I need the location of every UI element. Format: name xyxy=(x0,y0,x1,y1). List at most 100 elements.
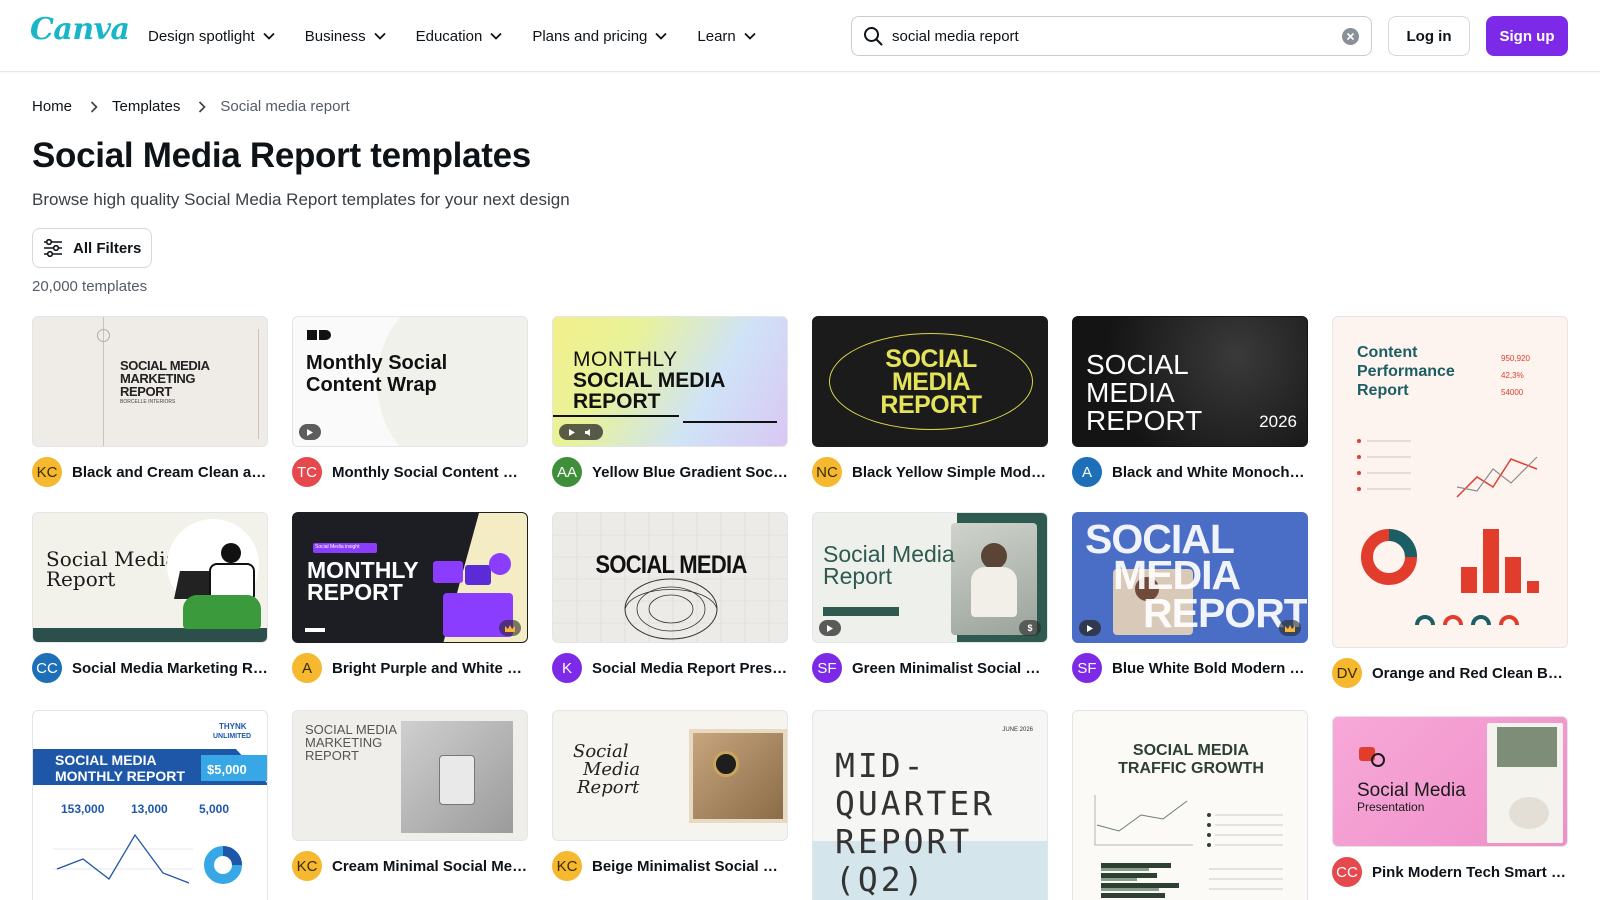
nav-design-spotlight[interactable]: Design spotlight xyxy=(148,28,275,45)
template-count: 20,000 templates xyxy=(32,278,148,295)
template-thumbnail[interactable]: Social Media Report $ xyxy=(812,512,1048,643)
nav-business[interactable]: Business xyxy=(305,28,386,45)
template-thumbnail[interactable]: SOCIAL MEDIA MONTHLY REPORT THYNK UNLIMI… xyxy=(32,710,268,900)
avatar[interactable]: A xyxy=(292,653,322,683)
template-title[interactable]: Black and White Monochrome Social Media … xyxy=(1112,464,1308,481)
template-title[interactable]: Beige Minimalist Social Media Report xyxy=(592,858,788,875)
breadcrumb-home[interactable]: Home xyxy=(32,98,72,115)
avatar[interactable]: AA xyxy=(552,457,582,487)
avatar[interactable]: CC xyxy=(1332,857,1362,887)
avatar[interactable]: KC xyxy=(292,851,322,881)
template-thumbnail[interactable]: SOCIAL MEDIA MARKETING REPORT xyxy=(292,710,528,841)
avatar[interactable]: NC xyxy=(812,457,842,487)
thumb-text: 13,000 xyxy=(131,802,168,816)
template-title[interactable]: Social Media Marketing Report xyxy=(72,660,268,677)
template-meta: SF Green Minimalist Social Media Report xyxy=(812,653,1048,683)
video-badge xyxy=(299,424,321,440)
template-thumbnail[interactable]: MONTHLY SOCIAL MEDIA REPORT xyxy=(552,316,788,447)
template-title[interactable]: Bright Purple and White Modern Monthly R… xyxy=(332,660,528,677)
template-card[interactable]: Social Media Report CC Social Media Mark… xyxy=(32,512,268,683)
clear-icon[interactable] xyxy=(1342,28,1359,45)
template-card[interactable]: SOCIAL MEDIA K Social Media Report Prese… xyxy=(552,512,788,683)
template-card[interactable]: SOCIAL MEDIA MARKETING REPORT BORCELLE I… xyxy=(32,316,268,487)
template-title[interactable]: Monthly Social Content Wrap xyxy=(332,464,528,481)
template-card[interactable]: SOCIAL MEDIA MARKETING REPORT KC Cream M… xyxy=(292,710,528,881)
template-title[interactable]: Yellow Blue Gradient Social Media Report xyxy=(592,464,788,481)
template-thumbnail[interactable]: SOCIAL MEDIA xyxy=(552,512,788,643)
template-card[interactable]: Social Media Report KC Beige Minimalist … xyxy=(552,710,788,881)
template-card[interactable]: Social Media Presentation CC Pink Modern… xyxy=(1332,716,1568,887)
thumb-text: REPORT xyxy=(305,748,359,763)
template-thumbnail[interactable]: Monthly Social Content Wrap xyxy=(292,316,528,447)
signup-button[interactable]: Sign up xyxy=(1486,16,1568,56)
template-card[interactable]: SOCIAL MEDIA MONTHLY REPORT THYNK UNLIMI… xyxy=(32,710,268,900)
template-thumbnail[interactable]: Social Media insight MONTHLY REPORT xyxy=(292,512,528,643)
template-card[interactable]: SOCIAL MEDIA TRAFFIC GROWTH xyxy=(1072,710,1308,900)
template-title[interactable]: Black Yellow Simple Modern Social Media … xyxy=(852,464,1048,481)
nav-plans-pricing[interactable]: Plans and pricing xyxy=(532,28,668,45)
template-title[interactable]: Blue White Bold Modern Social Media Repo… xyxy=(1112,660,1308,677)
page-title: Social Media Report templates xyxy=(32,136,531,175)
template-title[interactable]: Cream Minimal Social Media Marketing Rep… xyxy=(332,858,528,875)
template-title[interactable]: Pink Modern Tech Smart Social Media Pres… xyxy=(1372,864,1568,881)
avatar[interactable]: CC xyxy=(32,653,62,683)
template-thumbnail[interactable]: SOCIAL MEDIA REPORT 2026 xyxy=(1072,316,1308,447)
template-card[interactable]: Social Media insight MONTHLY REPORT A Br… xyxy=(292,512,528,683)
template-title[interactable]: Orange and Red Clean Bold Social Media R… xyxy=(1372,665,1568,682)
avatar[interactable]: K xyxy=(552,653,582,683)
avatar[interactable]: SF xyxy=(812,653,842,683)
template-thumbnail[interactable]: SOCIAL MEDIA REPORT xyxy=(1072,512,1308,643)
thumb-text: REPORT xyxy=(573,390,661,413)
template-title[interactable]: Green Minimalist Social Media Report xyxy=(852,660,1048,677)
template-thumbnail[interactable]: SOCIAL MEDIA REPORT xyxy=(812,316,1048,447)
nav-label: Design spotlight xyxy=(148,27,255,45)
thumb-text: Content xyxy=(1357,344,1418,361)
template-card[interactable]: Monthly Social Content Wrap TC Monthly S… xyxy=(292,316,528,487)
nav-learn[interactable]: Learn xyxy=(697,28,756,45)
template-card[interactable]: SOCIAL MEDIA REPORT SF Blue White Bold M… xyxy=(1072,512,1308,683)
template-thumbnail[interactable]: Content Performance Report 950,920 42,3%… xyxy=(1332,316,1568,648)
nav-label: Business xyxy=(304,27,366,45)
canva-logo[interactable]: Canva xyxy=(30,12,130,47)
avatar[interactable]: TC xyxy=(292,457,322,487)
template-thumbnail[interactable]: SOCIAL MEDIA TRAFFIC GROWTH xyxy=(1072,710,1308,900)
template-card[interactable]: Social Media Report $ SF Green Minimalis… xyxy=(812,512,1048,683)
template-card[interactable]: Content Performance Report 950,920 42,3%… xyxy=(1332,316,1568,688)
thumb-text: $5,000 xyxy=(207,762,247,777)
avatar[interactable]: KC xyxy=(32,457,62,487)
template-thumbnail[interactable]: Social Media Report xyxy=(32,512,268,643)
thumb-text: 153,000 xyxy=(61,802,105,816)
main-nav: Design spotlight Business Education Plan… xyxy=(148,0,786,72)
template-thumbnail[interactable]: SOCIAL MEDIA MARKETING REPORT BORCELLE I… xyxy=(32,316,268,447)
search-bar xyxy=(851,16,1372,56)
thumb-text: THYNK xyxy=(219,722,247,731)
avatar[interactable]: DV xyxy=(1332,658,1362,688)
template-thumbnail[interactable]: Social Media Presentation xyxy=(1332,716,1568,847)
template-card[interactable]: JUNE 2026 MID- QUARTER REPORT (Q2) xyxy=(812,710,1048,900)
thumb-text: 42,3% xyxy=(1501,371,1524,380)
avatar[interactable]: KC xyxy=(552,851,582,881)
avatar[interactable]: A xyxy=(1072,457,1102,487)
thumb-text: SOCIAL MEDIA xyxy=(55,752,157,768)
template-card[interactable]: MONTHLY SOCIAL MEDIA REPORT AA Yellow Bl… xyxy=(552,316,788,487)
login-button[interactable]: Log in xyxy=(1388,16,1470,56)
video-badge xyxy=(559,424,603,440)
thumb-text: (Q2) xyxy=(835,860,927,899)
template-card[interactable]: SOCIAL MEDIA REPORT 2026 A Black and Whi… xyxy=(1072,316,1308,487)
search-input[interactable] xyxy=(892,27,1332,45)
breadcrumb-templates[interactable]: Templates xyxy=(112,98,180,115)
top-header: Canva Design spotlight Business Educatio… xyxy=(0,0,1600,72)
template-title[interactable]: Social Media Report Presentation xyxy=(592,660,788,677)
nav-education[interactable]: Education xyxy=(416,28,503,45)
template-thumbnail[interactable]: Social Media Report xyxy=(552,710,788,841)
template-meta: KC Beige Minimalist Social Media Report xyxy=(552,851,788,881)
thumb-text: MID- xyxy=(835,746,927,785)
avatar[interactable]: SF xyxy=(1072,653,1102,683)
template-title[interactable]: Black and Cream Clean and Modern Social … xyxy=(72,464,268,481)
thumb-text: SOCIAL xyxy=(1086,349,1189,380)
template-thumbnail[interactable]: JUNE 2026 MID- QUARTER REPORT (Q2) xyxy=(812,710,1048,900)
thumb-text: REPORT xyxy=(1086,405,1203,436)
all-filters-button[interactable]: All Filters xyxy=(32,228,152,268)
template-card[interactable]: SOCIAL MEDIA REPORT NC Black Yellow Simp… xyxy=(812,316,1048,487)
template-meta: A Black and White Monochrome Social Medi… xyxy=(1072,457,1308,487)
